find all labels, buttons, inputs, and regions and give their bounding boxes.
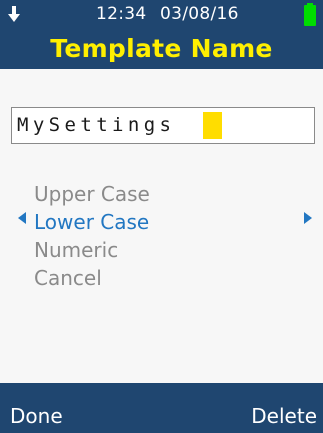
header-bar: 12:34 03/08/16 Template Name	[0, 0, 323, 69]
status-bar: 12:34 03/08/16	[0, 0, 323, 28]
template-name-value: MySettings	[17, 114, 176, 136]
character-mode-menu: Upper Case Lower Case Numeric Cancel	[34, 180, 150, 292]
menu-item-cancel[interactable]: Cancel	[34, 264, 150, 292]
left-triangle-icon[interactable]	[18, 212, 26, 224]
status-date: 03/08/16	[160, 4, 239, 24]
down-arrow-icon	[8, 6, 20, 22]
softkey-bar: Done Delete	[0, 383, 323, 433]
right-triangle-icon[interactable]	[304, 212, 312, 224]
status-time: 12:34	[96, 4, 147, 24]
done-softkey[interactable]: Done	[10, 404, 63, 428]
menu-item-numeric[interactable]: Numeric	[34, 236, 150, 264]
battery-icon	[304, 3, 316, 26]
menu-item-upper-case[interactable]: Upper Case	[34, 180, 150, 208]
device-screen: 12:34 03/08/16 Template Name MySettings …	[0, 0, 323, 433]
page-title: Template Name	[50, 34, 273, 63]
template-name-input[interactable]: MySettings	[11, 107, 315, 144]
delete-softkey[interactable]: Delete	[251, 404, 317, 428]
text-cursor	[203, 112, 222, 139]
menu-item-lower-case[interactable]: Lower Case	[34, 208, 150, 236]
